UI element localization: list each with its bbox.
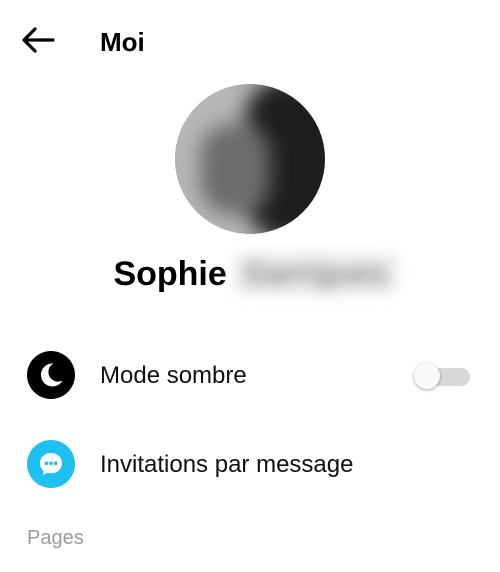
moon-icon bbox=[27, 351, 75, 399]
profile-first-name: Sophie bbox=[113, 255, 227, 293]
page-title: Moi bbox=[100, 27, 145, 57]
dark-mode-toggle[interactable] bbox=[414, 363, 470, 389]
message-invitations-label: Invitations par message bbox=[100, 451, 354, 478]
message-invitations-row[interactable]: Invitations par message bbox=[0, 427, 500, 499]
dark-mode-label: Mode sombre bbox=[100, 362, 247, 389]
back-button[interactable] bbox=[18, 22, 58, 62]
profile-last-name-redacted: Garrigues bbox=[234, 254, 397, 294]
chat-bubble-icon bbox=[27, 440, 75, 488]
dark-mode-row[interactable]: Mode sombre bbox=[0, 338, 500, 410]
avatar[interactable] bbox=[175, 84, 325, 234]
pages-section-heading: Pages bbox=[27, 527, 84, 549]
profile-name: Sophie Garrigues bbox=[0, 252, 500, 296]
toggle-thumb bbox=[414, 363, 440, 389]
top-bar: Moi bbox=[0, 0, 500, 84]
arrow-left-icon bbox=[21, 26, 55, 58]
